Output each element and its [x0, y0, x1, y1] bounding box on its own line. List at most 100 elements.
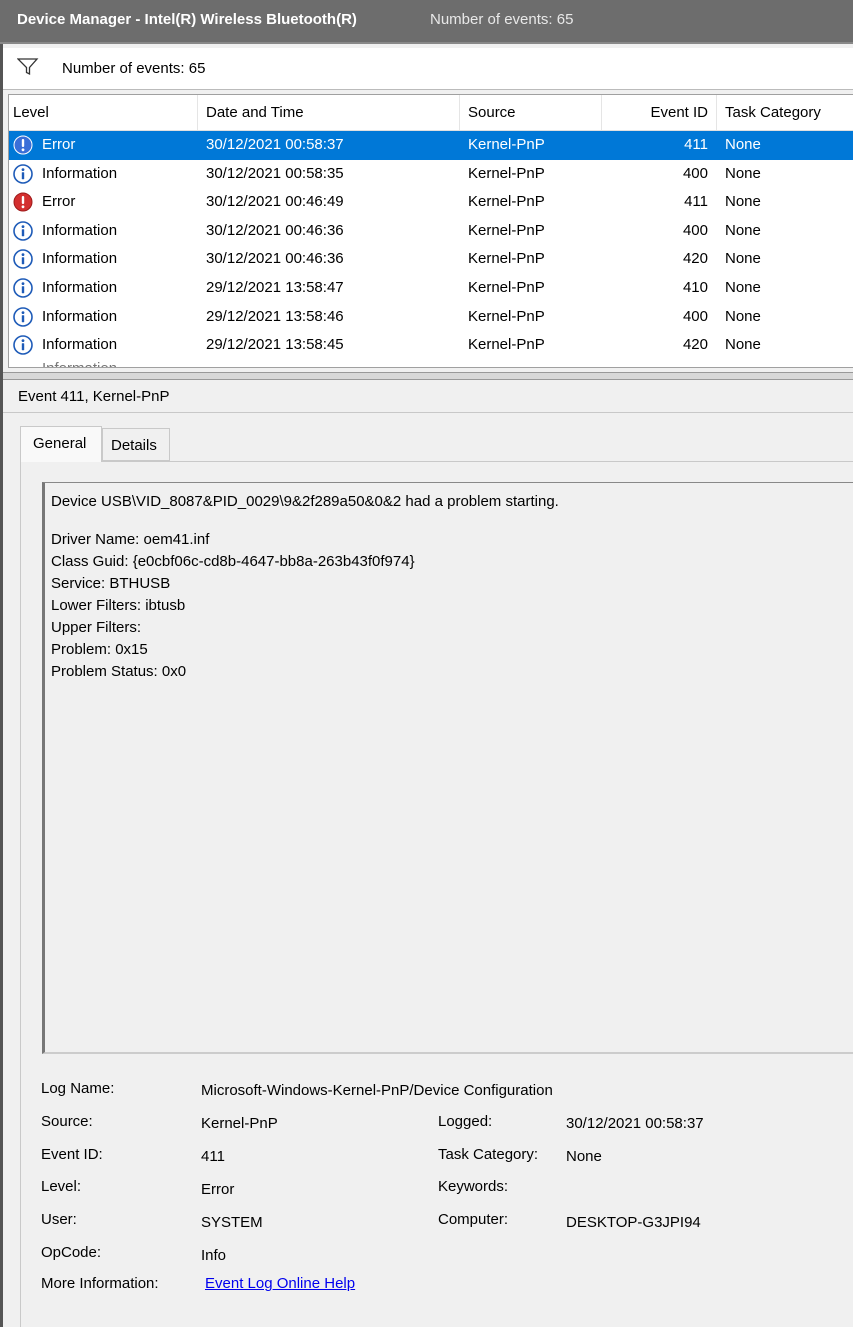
cell-date: 30/12/2021 00:46:36 — [206, 221, 344, 239]
message-line: Class Guid: {e0cbf06c-cd8b-4647-bb8a-263… — [51, 553, 415, 570]
cell-source: Kernel-PnP — [468, 307, 545, 325]
event-id-value: 411 — [201, 1148, 225, 1165]
message-line: Service: BTHUSB — [51, 575, 171, 592]
task-category-value: None — [566, 1148, 602, 1165]
filter-icon[interactable] — [16, 58, 39, 80]
message-line: Upper Filters: — [51, 619, 142, 636]
cell-level: Error — [42, 136, 76, 153]
cell-level: Information — [42, 336, 118, 354]
cell-source: Kernel-PnP — [468, 193, 545, 211]
column-header-source[interactable]: Source — [468, 104, 516, 121]
cell-level: Information — [42, 221, 118, 239]
opcode-label: OpCode: — [41, 1244, 102, 1261]
cell-task-category: None — [725, 136, 761, 153]
cell-date: 29/12/2021 13:58:47 — [206, 278, 344, 296]
cell-date: 29/12/2021 13:58:46 — [206, 307, 344, 325]
cell-level: Information — [42, 307, 118, 325]
table-row[interactable]: Information 29/12/2021 13:58:47 Kernel-PnP… — [9, 274, 853, 303]
task-category-label: Task Category: — [438, 1146, 539, 1163]
cell-event-id: 410 — [682, 278, 708, 296]
column-header-date[interactable]: Date and Time — [206, 104, 304, 121]
cell-source: Kernel-PnP — [468, 336, 545, 354]
table-row-partial[interactable]: Information — [9, 360, 853, 367]
info-icon — [13, 335, 33, 355]
cell-task-category: None — [725, 193, 761, 211]
cell-task-category: None — [725, 336, 761, 354]
cell-date: 30/12/2021 00:58:37 — [206, 136, 344, 153]
level-value: Error — [201, 1181, 235, 1198]
info-icon — [13, 278, 33, 298]
computer-label: Computer: — [438, 1211, 509, 1228]
list-rows: Error 30/12/2021 00:58:37 Kernel-PnP 411 Non… — [9, 131, 853, 360]
message-line: Device USB\VID_8087&PID_0029\9&2f289a50&… — [51, 493, 559, 510]
cell-source: Kernel-PnP — [468, 278, 545, 296]
message-line: Problem Status: 0x0 — [51, 663, 187, 680]
pane-splitter[interactable] — [3, 372, 853, 380]
event-log-online-help-link[interactable]: Event Log Online Help — [205, 1275, 355, 1292]
cell-event-id: 411 — [684, 136, 708, 153]
logged-value: 30/12/2021 00:58:37 — [566, 1115, 704, 1132]
info-icon — [13, 249, 33, 270]
filter-bar: Number of events: 65 — [3, 48, 853, 90]
table-row[interactable]: Information 30/12/2021 00:58:35 Kernel-PnP… — [9, 160, 853, 189]
cell-event-id: 420 — [682, 336, 708, 354]
column-header-level[interactable]: Level — [13, 104, 49, 121]
cell-task-category: None — [725, 250, 761, 268]
cell-event-id: 420 — [682, 250, 708, 268]
cell-event-id: 400 — [682, 221, 708, 239]
log-name-label: Log Name: — [41, 1080, 115, 1097]
info-icon — [13, 163, 33, 184]
keywords-label: Keywords: — [438, 1178, 509, 1195]
message-line: Lower Filters: ibtusb — [51, 597, 186, 614]
cell-level: Information — [42, 164, 118, 182]
table-row[interactable]: Error 30/12/2021 00:46:49 Kernel-PnP 411 Non… — [9, 188, 853, 217]
table-row[interactable]: Information 30/12/2021 00:46:36 Kernel-PnP… — [9, 245, 853, 274]
tab-details[interactable]: Details — [102, 428, 170, 461]
cell-date: 29/12/2021 13:58:45 — [206, 336, 344, 354]
filter-event-count: Number of events: 65 — [62, 60, 206, 77]
logged-label: Logged: — [438, 1113, 493, 1130]
list-header: Level Date and Time Source Event ID Task… — [9, 95, 853, 131]
info-icon — [13, 220, 33, 241]
cell-task-category: None — [725, 278, 761, 296]
level-label: Level: — [41, 1178, 82, 1195]
computer-value: DESKTOP-G3JPI94 — [566, 1214, 701, 1231]
cell-event-id: 400 — [682, 307, 708, 325]
event-id-label: Event ID: — [41, 1146, 103, 1163]
cell-level: Information — [42, 278, 118, 296]
user-label: User: — [41, 1211, 77, 1228]
error-icon — [13, 192, 33, 212]
cell-source: Kernel-PnP — [468, 250, 545, 268]
cell-task-category: None — [725, 221, 761, 239]
tab-general[interactable]: General — [20, 426, 102, 462]
cell-level: Error — [42, 193, 76, 211]
cell-source: Kernel-PnP — [468, 136, 545, 153]
title-bar: Device Manager - Intel(R) Wireless Bluet… — [0, 0, 853, 44]
table-row[interactable]: Information 29/12/2021 13:58:46 Kernel-PnP… — [9, 303, 853, 332]
cell-event-id: 400 — [682, 164, 708, 182]
cell-source: Kernel-PnP — [468, 221, 545, 239]
info-icon — [13, 306, 33, 327]
cell-task-category: None — [725, 164, 761, 182]
source-value: Kernel-PnP — [201, 1115, 278, 1132]
user-value: SYSTEM — [201, 1214, 263, 1231]
table-row[interactable]: Error 30/12/2021 00:58:37 Kernel-PnP 411 Non… — [9, 131, 853, 160]
event-header: Event 411, Kernel-PnP — [3, 380, 853, 413]
more-information-label: More Information: — [41, 1275, 159, 1292]
message-line: Problem: 0x15 — [51, 641, 148, 658]
table-row[interactable]: Information 30/12/2021 00:46:36 Kernel-PnP… — [9, 217, 853, 246]
table-row[interactable]: Information 29/12/2021 13:58:45 Kernel-PnP… — [9, 331, 853, 360]
event-message-box[interactable]: Device USB\VID_8087&PID_0029\9&2f289a50&… — [42, 482, 853, 1054]
column-header-task-category[interactable]: Task Category — [725, 104, 821, 121]
cell-date: 30/12/2021 00:58:35 — [206, 164, 344, 182]
message-line: Driver Name: oem41.inf — [51, 531, 210, 548]
cell-task-category: None — [725, 307, 761, 325]
window-title: Device Manager - Intel(R) Wireless Bluet… — [17, 11, 357, 28]
event-header-title: Event 411, Kernel-PnP — [18, 388, 170, 405]
title-event-count: Number of events: 65 — [430, 11, 574, 28]
cell-date: 30/12/2021 00:46:36 — [206, 250, 344, 268]
event-list[interactable]: Level Date and Time Source Event ID Task… — [8, 94, 853, 368]
cell-source: Kernel-PnP — [468, 164, 545, 182]
column-header-event-id[interactable]: Event ID — [609, 104, 708, 121]
opcode-value: Info — [201, 1247, 227, 1264]
